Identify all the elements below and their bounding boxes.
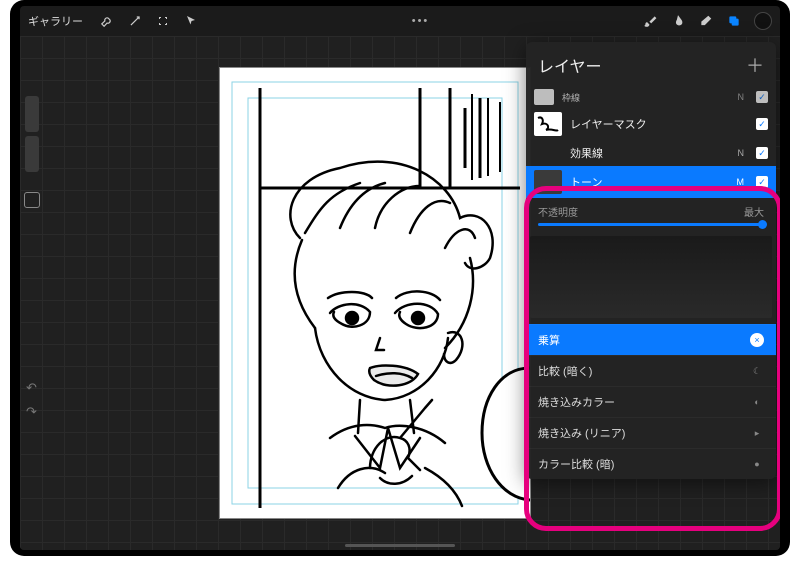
- layer-visible-checkbox[interactable]: [756, 176, 768, 188]
- layer-blend-tag: N: [738, 92, 745, 102]
- layer-name: 枠線: [562, 91, 730, 104]
- blend-mode-label: 焼き込みカラー: [538, 394, 615, 410]
- opacity-slider[interactable]: [538, 223, 764, 226]
- select-icon[interactable]: [153, 11, 173, 31]
- layer-name: レイヤーマスク: [570, 116, 736, 132]
- layer-name: 効果線: [570, 145, 730, 161]
- layer-thumbnail: [534, 170, 562, 194]
- more-menu-icon[interactable]: •••: [406, 15, 436, 27]
- brush-opacity-slider[interactable]: [25, 136, 39, 172]
- top-toolbar: ギャラリー •••: [20, 6, 780, 36]
- blend-mode-item[interactable]: 焼き込み (リニア) ▸: [526, 417, 776, 448]
- layers-panel: レイヤー ＋ 枠線 N レイヤーマスク 効果線 N: [526, 42, 776, 479]
- dot-icon: ●: [750, 457, 764, 471]
- canvas[interactable]: [220, 68, 530, 518]
- side-toolbar: [20, 96, 44, 208]
- layer-row[interactable]: レイヤーマスク: [526, 108, 776, 140]
- home-indicator: [345, 544, 455, 547]
- blend-mode-item[interactable]: 乗算 ×: [526, 324, 776, 355]
- brush-size-slider[interactable]: [25, 96, 39, 132]
- color-picker-button[interactable]: [754, 12, 772, 30]
- opacity-value: 最大: [744, 204, 764, 219]
- add-layer-icon[interactable]: ＋: [746, 52, 764, 78]
- app-screen: ギャラリー ••• ↶ ↷: [20, 6, 780, 550]
- blend-preview: [530, 236, 772, 318]
- blend-mode-item[interactable]: カラー比較 (暗) ●: [526, 448, 776, 479]
- modifier-button[interactable]: [24, 192, 40, 208]
- layers-icon[interactable]: [724, 11, 744, 31]
- flame-icon: ▸: [750, 426, 764, 440]
- blend-mode-item[interactable]: 焼き込みカラー ◐: [526, 386, 776, 417]
- undo-redo-group: ↶ ↷: [26, 380, 37, 420]
- layer-visible-checkbox[interactable]: [756, 118, 768, 130]
- layer-row[interactable]: 枠線 N: [526, 86, 776, 108]
- redo-icon[interactable]: ↷: [26, 404, 37, 420]
- smudge-icon[interactable]: [668, 11, 688, 31]
- blend-mode-label: 乗算: [538, 332, 560, 348]
- blend-mode-label: 比較 (暗く): [538, 363, 592, 379]
- blend-mode-list: 乗算 × 比較 (暗く) ☾ 焼き込みカラー ◐ 焼き込み (リニア) ▸ カラ…: [526, 324, 776, 479]
- undo-icon[interactable]: ↶: [26, 380, 37, 396]
- blend-mode-label: 焼き込み (リニア): [538, 425, 625, 441]
- layers-panel-title: レイヤー: [538, 53, 602, 77]
- brush-icon[interactable]: [640, 11, 660, 31]
- gallery-button[interactable]: ギャラリー: [28, 13, 83, 29]
- cursor-icon[interactable]: [181, 11, 201, 31]
- eraser-icon[interactable]: [696, 11, 716, 31]
- device-frame: ギャラリー ••• ↶ ↷: [10, 0, 790, 556]
- blend-mode-item[interactable]: 比較 (暗く) ☾: [526, 355, 776, 386]
- layer-blend-tag: N: [738, 148, 745, 158]
- droplet-icon: ◐: [750, 395, 764, 409]
- blend-mode-label: カラー比較 (暗): [538, 456, 614, 472]
- wrench-icon[interactable]: [97, 11, 117, 31]
- layer-row-selected[interactable]: トーン M: [526, 166, 776, 198]
- wand-icon[interactable]: [125, 11, 145, 31]
- opacity-section: 不透明度 最大: [526, 198, 776, 230]
- layer-visible-checkbox[interactable]: [756, 147, 768, 159]
- opacity-label: 不透明度: [538, 204, 578, 219]
- layer-visible-checkbox[interactable]: [756, 91, 768, 103]
- layer-name: トーン: [570, 174, 729, 190]
- layer-blend-tag: M: [737, 177, 745, 187]
- close-icon[interactable]: ×: [750, 333, 764, 347]
- layer-thumbnail: [534, 112, 562, 136]
- moon-icon: ☾: [750, 364, 764, 378]
- layer-row[interactable]: 効果線 N: [526, 140, 776, 166]
